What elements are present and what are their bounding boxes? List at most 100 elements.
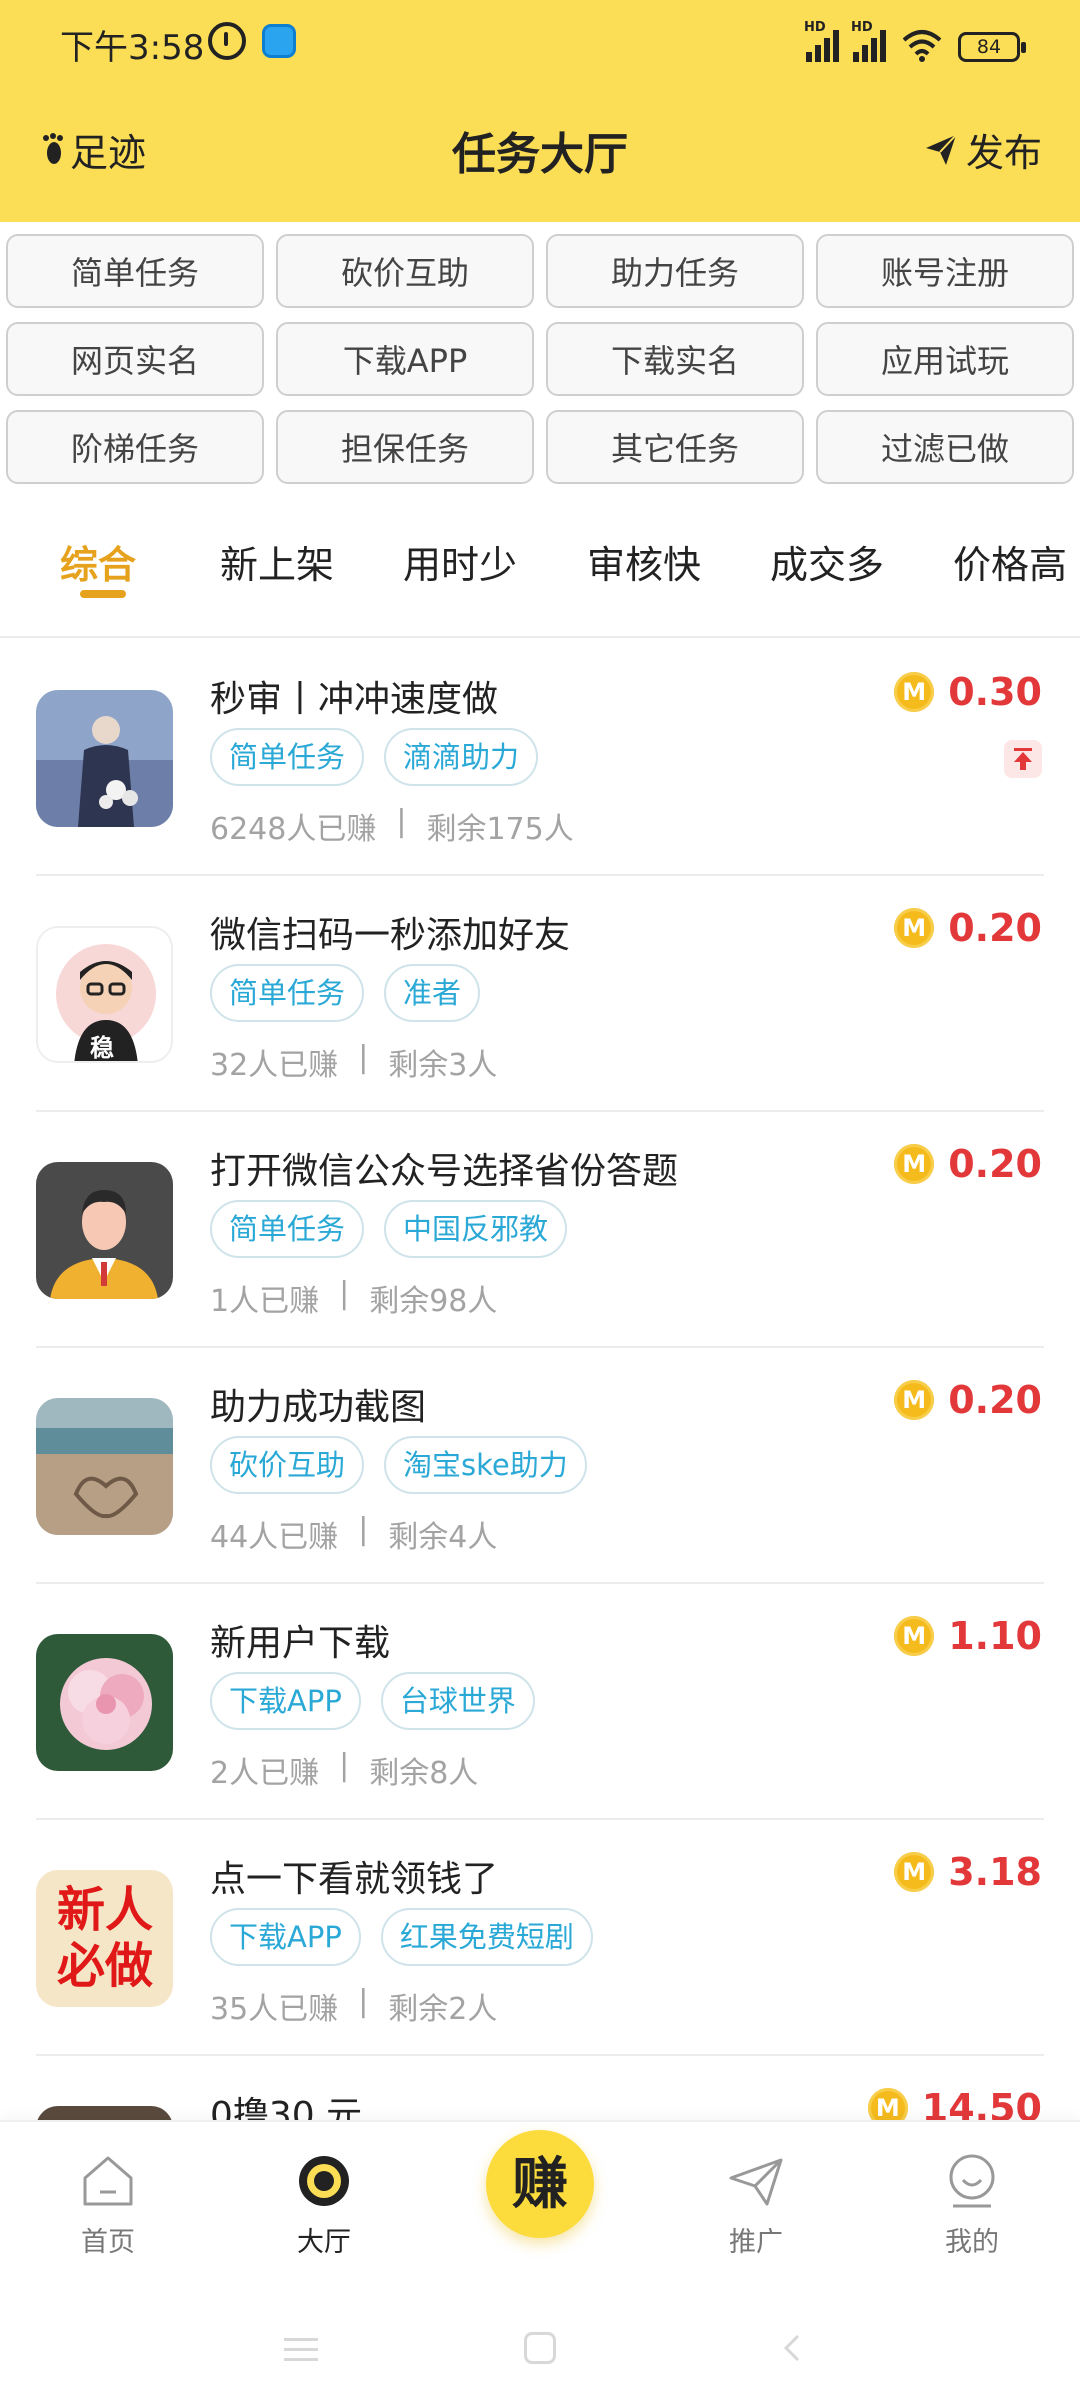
category-button[interactable]: 网页实名 — [6, 322, 264, 396]
category-button[interactable]: 下载实名 — [546, 322, 804, 396]
category-button[interactable]: 砍价互助 — [276, 234, 534, 308]
category-button[interactable]: 其它任务 — [546, 410, 804, 484]
category-button[interactable]: 应用试玩 — [816, 322, 1074, 396]
tab-fast-review[interactable]: 审核快 — [587, 534, 701, 589]
task-tag: 简单任务 — [210, 964, 365, 1022]
status-indicators: HD HD 84 — [804, 20, 1026, 62]
tab-highest-price[interactable]: 价格高 — [953, 534, 1067, 589]
coin-icon: M — [867, 2088, 908, 2120]
send-icon — [925, 133, 957, 165]
category-button[interactable]: 简单任务 — [6, 234, 264, 308]
price-value: 14.50 — [921, 2086, 1042, 2120]
category-grid: 简单任务 砍价互助 助力任务 账号注册 网页实名 下载APP 下载实名 应用试玩… — [0, 234, 1080, 488]
home-button-icon[interactable] — [524, 2332, 556, 2364]
paper-plane-icon — [729, 2158, 783, 2206]
task-tags: 简单任务 滴滴助力 — [210, 728, 539, 786]
nav-promote[interactable]: 推广 — [686, 2152, 826, 2259]
task-tags: 砍价互助 淘宝ske助力 — [210, 1436, 587, 1494]
task-title: 新用户下载 — [210, 1623, 391, 1664]
task-avatar — [36, 1398, 173, 1535]
remaining-count: 剩余4人 — [388, 1520, 498, 1555]
earned-count: 2人已赚 — [210, 1756, 320, 1791]
task-item[interactable]: 秒审丨冲冲速度做 简单任务 滴滴助力 6248人已赚 | 剩余175人 M 0.… — [0, 640, 1080, 876]
category-button[interactable]: 过滤已做 — [816, 410, 1074, 484]
earned-count: 32人已赚 — [210, 1048, 339, 1083]
nav-mine[interactable]: 我的 — [902, 2152, 1042, 2259]
task-tag: 滴滴助力 — [384, 728, 539, 786]
category-button[interactable]: 账号注册 — [816, 234, 1074, 308]
price-value: 3.18 — [948, 1850, 1042, 1894]
tab-newest[interactable]: 新上架 — [220, 534, 334, 589]
task-tag: 淘宝ske助力 — [384, 1436, 587, 1494]
task-item[interactable]: 打开微信公众号选择省份答题 简单任务 中国反邪教 1人已赚 | 剩余98人 M … — [0, 1112, 1080, 1348]
task-avatar — [36, 690, 173, 827]
task-item[interactable]: 新人必做 点一下看就领钱了 下载APP 红果免费短剧 35人已赚 | 剩余2人 … — [0, 1820, 1080, 2056]
task-tags: 简单任务 准者 — [210, 964, 481, 1022]
price-value: 0.20 — [948, 1378, 1042, 1422]
nav-promote-label: 推广 — [729, 2227, 783, 2258]
pinned-top-icon — [1004, 740, 1042, 778]
task-title: 点一下看就领钱了 — [210, 1859, 499, 1900]
remaining-count: 剩余175人 — [426, 812, 574, 847]
task-tags: 简单任务 中国反邪教 — [210, 1200, 568, 1258]
category-button[interactable]: 下载APP — [276, 322, 534, 396]
task-stats: 35人已赚 | 剩余2人 — [210, 1984, 497, 2028]
back-icon[interactable] — [776, 2332, 808, 2364]
hd-label: HD — [851, 20, 873, 35]
coin-icon: M — [894, 1616, 935, 1656]
task-tag: 下载APP — [210, 1908, 361, 1966]
tab-overall[interactable]: 综合 — [60, 534, 136, 589]
signal-icon: HD — [804, 20, 839, 62]
task-tags: 下载APP 红果免费短剧 — [210, 1908, 593, 1966]
remaining-count: 剩余8人 — [369, 1756, 479, 1791]
nav-hall[interactable]: 大厅 — [254, 2152, 394, 2259]
publish-label: 发布 — [965, 131, 1042, 175]
stat-separator: | — [339, 1276, 350, 1311]
signal-icon: HD — [851, 20, 886, 62]
earned-count: 1人已赚 — [210, 1284, 320, 1319]
page-title: 任务大厅 — [452, 129, 628, 180]
alarm-icon — [208, 22, 246, 60]
task-list: 秒审丨冲冲速度做 简单任务 滴滴助力 6248人已赚 | 剩余175人 M 0.… — [0, 640, 1080, 2120]
task-item[interactable]: 新用户下载 下载APP 台球世界 2人已赚 | 剩余8人 M 1.10 — [0, 1584, 1080, 1820]
stat-separator: | — [358, 1984, 369, 2019]
task-avatar — [36, 2106, 173, 2120]
hall-icon — [299, 2156, 349, 2206]
sort-tabs: 综合 新上架 用时少 审核快 成交多 价格高 — [0, 510, 1080, 610]
task-item[interactable]: 0撸30 元 M 14.50 — [0, 2056, 1080, 2120]
app-notification-icon — [262, 24, 296, 58]
tab-most-deals[interactable]: 成交多 — [770, 534, 884, 589]
earn-button[interactable]: 赚 — [486, 2130, 594, 2238]
nav-home[interactable]: 首页 — [38, 2152, 178, 2259]
price-value: 0.30 — [948, 670, 1042, 714]
status-bar: 下午3:58 HD HD 84 — [0, 0, 1080, 84]
coin-icon: M — [894, 1144, 935, 1184]
earned-count: 44人已赚 — [210, 1520, 339, 1555]
tab-least-time[interactable]: 用时少 — [403, 534, 517, 589]
price-value: 1.10 — [948, 1614, 1042, 1658]
coin-icon: M — [894, 1380, 935, 1420]
task-avatar: 稳 — [36, 926, 173, 1063]
task-item[interactable]: 助力成功截图 砍价互助 淘宝ske助力 44人已赚 | 剩余4人 M 0.20 — [0, 1348, 1080, 1584]
publish-button[interactable]: 发布 — [924, 122, 1042, 177]
task-price: M 3.18 — [894, 1850, 1042, 1894]
task-item[interactable]: 稳 微信扫码一秒添加好友 简单任务 准者 32人已赚 | 剩余3人 M 0.20 — [0, 876, 1080, 1112]
remaining-count: 剩余3人 — [388, 1048, 498, 1083]
nav-mine-label: 我的 — [945, 2227, 999, 2258]
stat-separator: | — [358, 1512, 369, 1547]
nav-home-label: 首页 — [81, 2227, 135, 2258]
coin-icon: M — [894, 908, 935, 948]
task-price: M 0.20 — [894, 1378, 1042, 1422]
avatar-label: 新人必做 — [56, 1882, 153, 1994]
avatar-label: 稳 — [90, 1034, 114, 1062]
task-title: 秒审丨冲冲速度做 — [210, 679, 499, 720]
task-tags: 下载APP 台球世界 — [210, 1672, 535, 1730]
earned-count: 6248人已赚 — [210, 812, 377, 847]
divider — [0, 636, 1080, 638]
recent-apps-icon[interactable] — [284, 2338, 318, 2362]
category-button[interactable]: 担保任务 — [276, 410, 534, 484]
task-title: 微信扫码一秒添加好友 — [210, 915, 571, 956]
category-button[interactable]: 阶梯任务 — [6, 410, 264, 484]
category-button[interactable]: 助力任务 — [546, 234, 804, 308]
task-tag: 下载APP — [210, 1672, 361, 1730]
